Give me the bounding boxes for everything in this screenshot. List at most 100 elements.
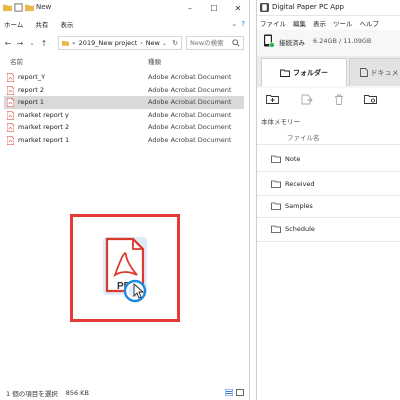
breadcrumb-project[interactable]: 2019_New project [79, 39, 138, 47]
divider [257, 241, 400, 242]
help-icon[interactable]: ? [241, 20, 245, 28]
search-input[interactable] [190, 39, 234, 47]
file-type: Adobe Acrobat Document [148, 110, 232, 119]
breadcrumb-new[interactable]: New [146, 39, 160, 47]
device-icon [264, 34, 275, 48]
save-icon[interactable] [14, 3, 23, 12]
new-folder-button[interactable] [263, 92, 283, 106]
folder-icon [271, 202, 281, 210]
folder-icon [271, 180, 281, 188]
recent-chevron-icon[interactable]: ⌄ [26, 36, 38, 50]
folder-pane: 本体メモリー ファイル名 Note Received Samples Sched… [257, 110, 400, 400]
divider [257, 144, 400, 145]
folder-icon [3, 4, 12, 12]
file-type: Adobe Acrobat Document [148, 73, 232, 81]
file-name: report 2 [18, 85, 45, 94]
digital-paper-window: Digital Paper PC App ファイル 編集 表示 ツール ヘルプ … [256, 0, 400, 400]
tab-view[interactable]: 表示 [60, 19, 73, 29]
file-row[interactable]: report_Y Adobe Acrobat Document [4, 71, 244, 84]
tab-documents[interactable]: ドキュメ [349, 58, 400, 86]
drag-highlight-frame: PDF [70, 214, 180, 322]
trash-icon [335, 94, 343, 105]
file-name: report 1 [18, 98, 45, 106]
status-bar: 1 個の項目を選択 856 KB [0, 386, 249, 400]
delete-button[interactable] [329, 92, 349, 106]
column-header-type[interactable]: 種類 [148, 56, 161, 66]
folder-item-received[interactable]: Received [271, 172, 315, 196]
ribbon-expand-icon[interactable]: ⌄ [231, 20, 237, 28]
tab-folder-label: フォルダー [293, 68, 328, 77]
address-bar[interactable]: « 2019_New project › New ⌄ ↻ [58, 36, 182, 50]
column-header-name[interactable]: 名前 [10, 56, 23, 66]
selection-count: 1 個の項目を選択 [6, 390, 58, 398]
tab-folder[interactable]: フォルダー [261, 58, 347, 86]
column-headers: 名前 種類 [0, 56, 249, 68]
file-name: market report y [18, 110, 69, 119]
file-explorer-window: New – ☐ ✕ ホーム 共有 表示 ⌄ ? ← → ⌄ ↑ « 2019_N… [0, 0, 250, 400]
file-list: report_Y Adobe Acrobat Document report 2… [4, 71, 244, 146]
file-row[interactable]: market report y Adobe Acrobat Document [4, 109, 244, 122]
folder-name: Received [285, 180, 315, 188]
tab-home[interactable]: ホーム [4, 19, 23, 29]
up-arrow-icon[interactable]: ↑ [38, 36, 50, 50]
pdf-file-icon [7, 73, 14, 82]
import-button[interactable] [297, 92, 317, 106]
app-title: Digital Paper PC App [272, 3, 344, 11]
dp-titlebar: Digital Paper PC App [257, 0, 400, 16]
window-controls: – ☐ ✕ [178, 0, 249, 16]
folder-small-icon[interactable] [25, 3, 34, 12]
menu-tools[interactable]: ツール [333, 18, 353, 28]
new-folder-icon [266, 95, 279, 104]
file-type: Adobe Acrobat Document [148, 98, 232, 106]
tab-share[interactable]: 共有 [35, 19, 48, 29]
ribbon-controls: ⌄ ? [231, 20, 245, 28]
file-type: Adobe Acrobat Document [148, 135, 232, 144]
storage-usage: 6.24GB / 11.09GB [313, 37, 372, 45]
maximize-button[interactable]: ☐ [202, 0, 226, 16]
menu-file[interactable]: ファイル [260, 18, 286, 28]
file-name-header[interactable]: ファイル名 [287, 132, 320, 142]
pdf-file-icon [7, 85, 14, 95]
explorer-titlebar: New – ☐ ✕ [0, 0, 249, 16]
folder-item-samples[interactable]: Samples [271, 194, 313, 218]
menu-edit[interactable]: 編集 [293, 18, 306, 28]
search-icon [232, 39, 240, 47]
breadcrumb-separator: « [72, 39, 76, 47]
file-name: report_Y [18, 73, 46, 81]
dp-tabs: フォルダー ドキュメ [257, 56, 400, 86]
folder-item-schedule[interactable]: Schedule [271, 217, 315, 241]
close-button[interactable]: ✕ [226, 0, 249, 16]
address-dropdown-icon[interactable]: ⌄ [162, 40, 167, 47]
refresh-icon[interactable]: ↻ [172, 39, 178, 47]
dragged-pdf-icon[interactable]: PDF [101, 233, 155, 305]
folder-name: Schedule [285, 225, 315, 233]
file-row[interactable]: market report 1 Adobe Acrobat Document [4, 134, 244, 147]
folder-name: Note [285, 155, 301, 163]
file-name: market report 2 [18, 123, 70, 131]
quick-access-toolbar [3, 3, 34, 12]
forward-arrow-icon[interactable]: → [14, 36, 26, 50]
back-arrow-icon[interactable]: ← [2, 36, 14, 50]
large-icons-view-icon[interactable] [236, 389, 244, 396]
details-view-icon[interactable] [225, 389, 233, 396]
pdf-file-icon [7, 123, 14, 132]
pdf-file-icon [7, 110, 14, 120]
file-row[interactable]: report 2 Adobe Acrobat Document [4, 84, 244, 97]
folder-item-note[interactable]: Note [271, 147, 300, 171]
file-row[interactable]: market report 2 Adobe Acrobat Document [4, 121, 244, 134]
folder-icon [62, 40, 69, 46]
folder-icon [271, 225, 281, 233]
view-toggles [225, 389, 244, 396]
search-box[interactable] [186, 36, 244, 50]
breadcrumb-separator: › [140, 39, 143, 47]
folder-icon [271, 155, 281, 163]
menu-view[interactable]: 表示 [313, 18, 326, 28]
folder-sync-button[interactable] [361, 92, 381, 106]
ribbon-tabs: ホーム 共有 表示 [0, 16, 249, 32]
folder-settings-icon [364, 95, 377, 104]
document-icon [359, 68, 368, 77]
minimize-button[interactable]: – [178, 0, 202, 16]
window-title: New [36, 3, 52, 11]
menu-help[interactable]: ヘルプ [360, 18, 380, 28]
file-row-selected[interactable]: report 1 Adobe Acrobat Document [4, 96, 244, 109]
